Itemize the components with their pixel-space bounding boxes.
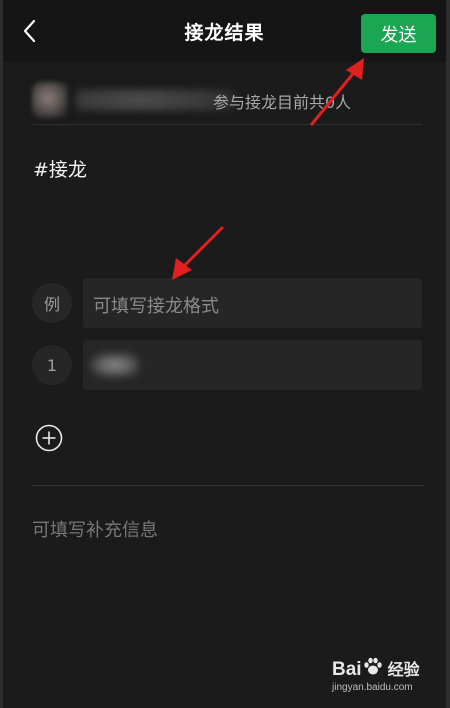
blurred-name — [76, 90, 236, 110]
entry-input[interactable] — [83, 340, 422, 390]
plus-circle-icon — [35, 424, 63, 452]
paw-icon — [364, 657, 382, 675]
divider — [32, 485, 424, 486]
watermark-brand-right: 经验 — [387, 662, 420, 679]
avatar — [32, 82, 68, 118]
example-row: 例 可填写接龙格式 — [32, 278, 422, 328]
example-badge: 例 — [32, 283, 72, 323]
entry-index: 1 — [32, 345, 72, 385]
send-button[interactable]: 发送 — [361, 14, 436, 53]
participants-row: 参与接龙目前共0人 — [32, 74, 422, 125]
blurred-entry-name — [91, 353, 139, 377]
frame-border-left — [0, 0, 3, 708]
format-input[interactable]: 可填写接龙格式 — [83, 278, 422, 328]
format-placeholder: 可填写接龙格式 — [93, 296, 219, 317]
add-entry-button[interactable] — [35, 424, 63, 452]
entry-row: 1 — [32, 340, 422, 390]
topic-input[interactable]: #接龙 — [33, 155, 87, 182]
navigation-bar: 接龙结果 发送 — [3, 0, 446, 62]
supplement-input[interactable]: 可填写补充信息 — [32, 516, 158, 542]
baidu-watermark: Bai 经验 jingyan.baidu.com — [332, 656, 432, 700]
frame-border-right — [446, 0, 450, 708]
participants-summary: 参与接龙目前共0人 — [213, 93, 352, 112]
watermark-brand-left: Bai — [332, 659, 362, 680]
watermark-url: jingyan.baidu.com — [332, 682, 413, 693]
